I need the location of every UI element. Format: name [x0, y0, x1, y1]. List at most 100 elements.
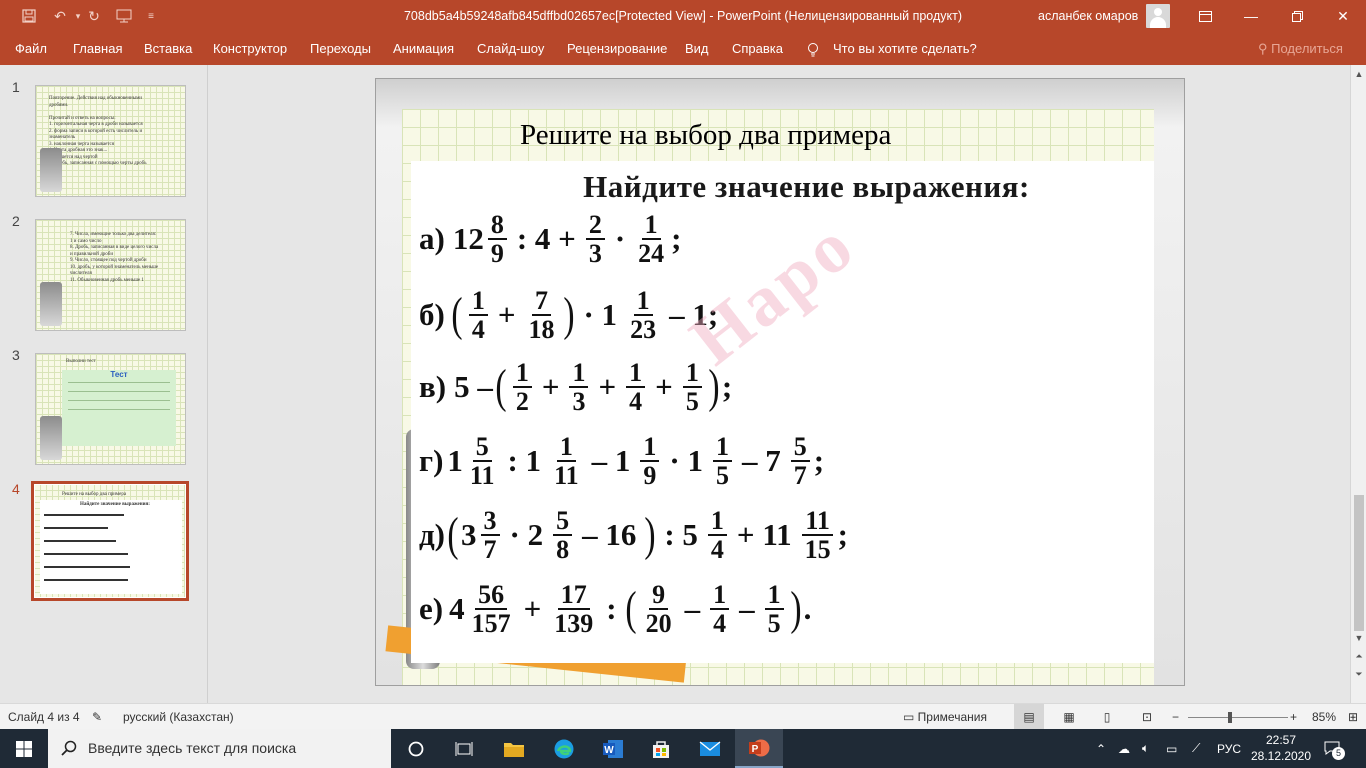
equation-line: [44, 579, 128, 581]
reading-view-button[interactable]: ▯: [1096, 704, 1118, 730]
thumbnail-text: 7. Числа, имеющие только два делителя: 1…: [70, 232, 159, 283]
system-clock[interactable]: 22:57 28.12.2020: [1246, 732, 1316, 764]
denominator: 5: [767, 609, 781, 638]
numerator: 9: [649, 581, 669, 610]
slide-canvas[interactable]: Решите на выбор два примера Найдите знач…: [375, 78, 1185, 686]
numerator: 17: [557, 581, 590, 610]
powerpoint-icon[interactable]: P: [735, 729, 783, 768]
avatar[interactable]: [1146, 4, 1170, 28]
spell-check-icon[interactable]: ✎: [92, 704, 102, 730]
battery-icon[interactable]: ▭: [1166, 729, 1177, 768]
scroll-thumb[interactable]: [1354, 495, 1364, 631]
ribbon-display-options-icon[interactable]: [1182, 0, 1228, 32]
task-image[interactable]: Найдите значение выражения: а) 12 89 : 4…: [411, 161, 1154, 663]
slide-thumbnail-2[interactable]: 7. Числа, имеющие только два делителя: 1…: [35, 219, 186, 331]
file-explorer-icon[interactable]: [490, 729, 538, 768]
operator: :: [606, 591, 617, 626]
tab-review[interactable]: Рецензирование: [567, 32, 667, 65]
zoom-level[interactable]: 85%: [1312, 704, 1336, 730]
normal-view-button[interactable]: ▤: [1014, 704, 1044, 730]
notification-center-button[interactable]: 5: [1324, 729, 1345, 768]
minimize-button[interactable]: —: [1228, 0, 1274, 32]
slide-thumbnail-3[interactable]: Выполни тест Тест: [35, 353, 186, 465]
fraction: 15: [764, 581, 784, 638]
tab-slideshow[interactable]: Слайд-шоу: [477, 32, 544, 65]
fraction: 15: [712, 433, 732, 489]
numerator: 1: [640, 433, 660, 462]
whole-number: 3: [461, 517, 477, 552]
zoom-in-button[interactable]: +: [1290, 704, 1297, 730]
numerator: 1: [569, 359, 589, 388]
status-bar: Слайд 4 из 4 ✎ русский (Казахстан) ▭ При…: [0, 703, 1366, 730]
zoom-slider-thumb[interactable]: [1227, 712, 1232, 723]
edge-browser-icon[interactable]: [540, 729, 588, 768]
tab-help[interactable]: Справка: [732, 32, 783, 65]
volume-icon[interactable]: 🔈︎: [1142, 729, 1149, 768]
equation-line: [44, 514, 124, 516]
whole-number: 1: [447, 443, 463, 478]
thumbnail-task-image: Найдите значение выражения:: [40, 500, 182, 594]
user-name[interactable]: асланбек омаров: [1038, 0, 1138, 32]
restore-button[interactable]: [1274, 0, 1320, 32]
expression-label: г): [419, 443, 444, 478]
lightbulb-icon[interactable]: [807, 32, 819, 65]
fraction: 14: [707, 507, 727, 563]
scroll-down-icon[interactable]: ▼: [1351, 631, 1366, 645]
zoom-out-button[interactable]: −: [1172, 704, 1179, 730]
open-paren: (: [624, 582, 637, 635]
pencil-cup-image: [40, 282, 62, 326]
slide-sorter-button[interactable]: ▦: [1058, 704, 1080, 730]
language-indicator[interactable]: русский (Казахстан): [123, 704, 234, 730]
expression-label: в): [419, 369, 447, 404]
network-icon[interactable]: ⟋: [1192, 729, 1200, 768]
operator: ·: [614, 221, 626, 256]
fit-slide-icon[interactable]: ⊞: [1348, 704, 1358, 730]
denominator: 9: [643, 461, 657, 490]
task-view-icon[interactable]: [440, 729, 488, 768]
tab-design[interactable]: Конструктор: [213, 32, 287, 65]
open-paren: (: [447, 508, 459, 561]
cortana-icon[interactable]: [392, 729, 440, 768]
fraction: 1 24: [635, 211, 667, 267]
operator: + 11: [736, 517, 792, 552]
previous-slide-icon[interactable]: ⏶: [1351, 649, 1366, 663]
slide-thumbnail-1[interactable]: Повторение. Действия над обыкновенными д…: [35, 85, 186, 197]
mail-icon[interactable]: [686, 729, 734, 768]
word-icon[interactable]: W: [589, 729, 637, 768]
notes-button[interactable]: ▭ Примечания: [903, 704, 987, 730]
numerator: 5: [790, 433, 810, 462]
numerator: 56: [475, 581, 508, 610]
next-slide-icon[interactable]: ⏷: [1351, 667, 1366, 681]
onedrive-icon[interactable]: ☁: [1118, 729, 1130, 768]
show-hidden-icons[interactable]: ⌃: [1096, 729, 1106, 768]
taskbar-search[interactable]: Введите здесь текст для поиска: [48, 729, 391, 768]
tab-transitions[interactable]: Переходы: [310, 32, 371, 65]
store-icon[interactable]: [637, 729, 685, 768]
numerator: 1: [707, 507, 727, 536]
fraction: 14: [710, 581, 730, 638]
slideshow-icon: ⊡: [1141, 710, 1153, 724]
slide-title[interactable]: Решите на выбор два примера: [520, 119, 891, 152]
tab-insert[interactable]: Вставка: [144, 32, 192, 65]
expression-label: б): [419, 297, 445, 332]
terminator: ;: [813, 443, 825, 478]
slideshow-button[interactable]: ⊡: [1136, 704, 1158, 730]
close-button[interactable]: ✕: [1320, 0, 1366, 32]
tab-animations[interactable]: Анимация: [393, 32, 454, 65]
scroll-up-icon[interactable]: ▲: [1351, 67, 1366, 81]
share-button[interactable]: ⚲ Поделиться: [1258, 32, 1343, 65]
tab-home[interactable]: Главная: [73, 32, 122, 65]
tab-view[interactable]: Вид: [685, 32, 709, 65]
tab-file[interactable]: Файл: [15, 32, 47, 65]
expression-label: а): [419, 221, 445, 256]
vertical-scrollbar[interactable]: ▲ ▼ ⏶ ⏷: [1350, 65, 1366, 703]
open-paren: (: [495, 360, 507, 413]
operator: – 16: [582, 517, 637, 552]
slide-thumbnail-4[interactable]: Решите на выбор два примера Найдите знач…: [31, 481, 189, 601]
input-language[interactable]: РУС: [1217, 729, 1241, 768]
zoom-slider[interactable]: [1188, 717, 1288, 718]
terminator: – 1;: [669, 297, 719, 332]
denominator: 4: [713, 609, 727, 638]
start-button[interactable]: [0, 729, 48, 768]
tell-me-search[interactable]: Что вы хотите сделать?: [833, 32, 977, 65]
